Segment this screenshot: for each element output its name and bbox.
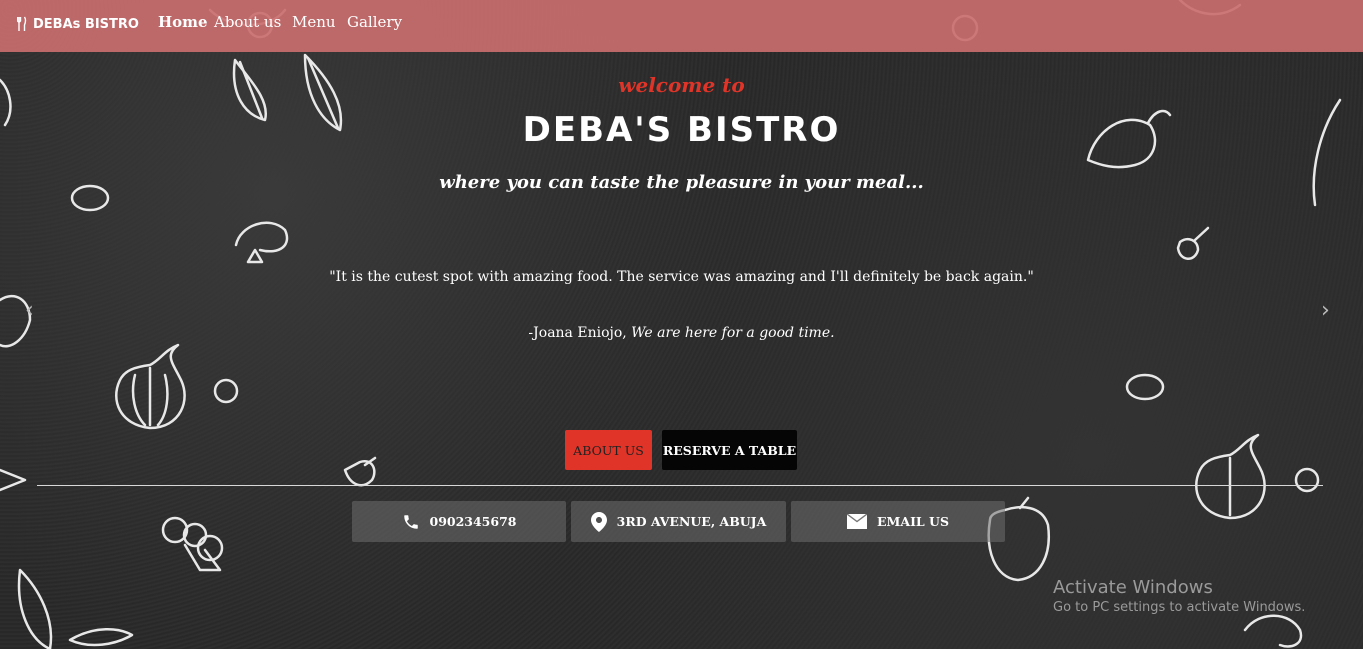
carousel-next-icon[interactable]: ›: [1321, 298, 1330, 323]
nav-link-about[interactable]: About us: [214, 13, 281, 31]
phone-number: 0902345678: [429, 514, 517, 529]
brand-name: DEBAs BISTRO: [33, 16, 139, 32]
watermark-subtitle: Go to PC settings to activate Windows.: [1053, 600, 1306, 615]
nav-link-gallery[interactable]: Gallery: [347, 13, 402, 31]
testimonial-quote: "It is the cutest spot with amazing food…: [329, 269, 1034, 285]
reserve-table-button[interactable]: RESERVE A TABLE: [662, 430, 797, 470]
page-title: DEBA'S BISTRO: [522, 110, 841, 150]
welcome-text: welcome to: [618, 73, 745, 97]
location-pin-icon: [590, 511, 607, 532]
address-info-button[interactable]: 3RD AVENUE, ABUJA: [571, 501, 786, 542]
watermark-title: Activate Windows: [1053, 577, 1213, 598]
nav-link-home[interactable]: Home: [158, 13, 208, 31]
windows-activation-watermark: Activate Windows Go to PC settings to ac…: [1053, 577, 1305, 615]
hero-section: DEBAs BISTRO Home About us Menu Gallery …: [0, 0, 1363, 649]
navbar: DEBAs BISTRO Home About us Menu Gallery: [0, 0, 1363, 52]
fork-knife-icon: [17, 16, 27, 31]
about-us-button[interactable]: ABOUT US: [565, 430, 652, 470]
carousel-prev-icon[interactable]: ‹: [25, 298, 34, 323]
phone-info-button[interactable]: 0902345678: [352, 501, 566, 542]
author-name: -Joana Eniojo,: [528, 325, 627, 341]
nav-link-menu[interactable]: Menu: [292, 13, 336, 31]
tagline: where you can taste the pleasure in your…: [439, 172, 924, 193]
envelope-icon: [847, 514, 867, 529]
email-info-button[interactable]: EMAIL US: [791, 501, 1005, 542]
divider: [37, 485, 1323, 486]
brand-logo[interactable]: DEBAs BISTRO: [17, 14, 139, 34]
testimonial-author: -Joana Eniojo, We are here for a good ti…: [0, 325, 1363, 341]
email-text: EMAIL US: [877, 514, 949, 529]
phone-icon: [403, 514, 418, 529]
address-text: 3RD AVENUE, ABUJA: [616, 514, 767, 529]
author-note: We are here for a good time.: [631, 325, 835, 341]
